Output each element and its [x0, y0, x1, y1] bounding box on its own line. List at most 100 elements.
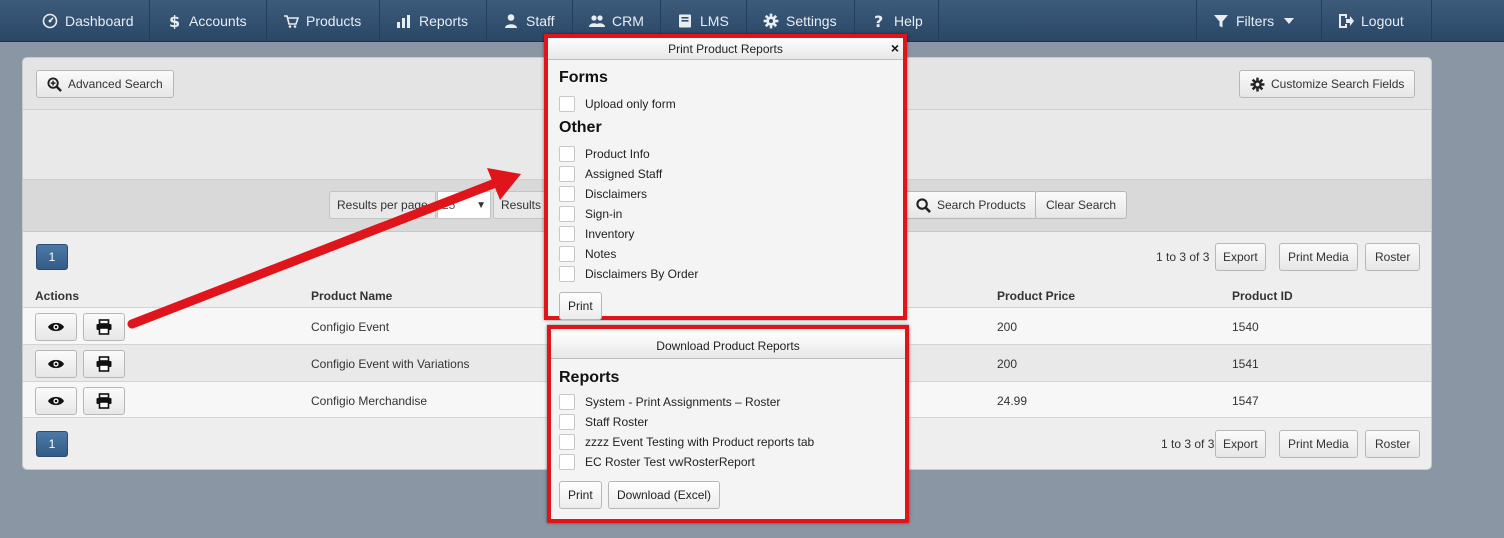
checkbox-inventory[interactable]: Inventory: [559, 226, 634, 242]
checkbox-label: Notes: [585, 247, 617, 261]
print-button[interactable]: [83, 313, 125, 341]
nav-reports[interactable]: Reports: [380, 0, 487, 42]
product-id: 1540: [1232, 319, 1259, 334]
view-button[interactable]: [35, 313, 77, 341]
nav-logout[interactable]: Logout: [1322, 0, 1432, 42]
checkbox-disclaimers[interactable]: Disclaimers: [559, 186, 647, 202]
checkbox-label: EC Roster Test vwRosterReport: [585, 455, 755, 469]
checkbox-label: Disclaimers By Order: [585, 267, 699, 281]
person-icon: [503, 13, 519, 29]
checkbox-assigned-staff[interactable]: Assigned Staff: [559, 166, 662, 182]
checkbox-label: Assigned Staff: [585, 167, 663, 181]
checkbox[interactable]: [559, 454, 575, 470]
results-text: Results: [501, 198, 542, 212]
eye-icon: [48, 322, 64, 332]
search-products-button[interactable]: Search Products: [905, 191, 1037, 219]
product-name: Configio Event with Variations: [311, 356, 470, 371]
print-button[interactable]: [83, 350, 125, 378]
checkbox-label: Product Info: [585, 147, 650, 161]
print-button[interactable]: [83, 387, 125, 415]
nav-crm-label: CRM: [612, 13, 644, 29]
checkbox-label: Sign-in: [585, 207, 623, 221]
dollar-icon: $: [166, 13, 182, 29]
nav-filters[interactable]: Filters: [1196, 0, 1322, 42]
print-media-label: Print Media: [1288, 250, 1349, 264]
roster-label: Roster: [1375, 250, 1411, 264]
checkbox-disclaimers-by-order[interactable]: Disclaimers By Order: [559, 266, 698, 282]
printer-icon: [96, 356, 112, 372]
product-id: 1547: [1232, 393, 1259, 408]
print-button[interactable]: Print: [559, 292, 602, 320]
checkbox[interactable]: [559, 206, 575, 222]
results-per-page-select[interactable]: 25 ▼: [437, 191, 491, 219]
checkbox-label: Inventory: [585, 227, 635, 241]
gear-icon: [1250, 77, 1265, 91]
dialog-title: Print Product Reports: [668, 41, 783, 56]
checkbox-upload-only-form[interactable]: Upload only form: [559, 96, 676, 112]
export-button-top[interactable]: Export: [1215, 243, 1266, 271]
checkbox[interactable]: [559, 414, 575, 430]
roster-button-top[interactable]: Roster: [1365, 243, 1421, 271]
dashboard-icon: [42, 13, 58, 29]
cart-icon: [283, 13, 299, 29]
download-excel-label: Download (Excel): [617, 488, 712, 502]
checkbox[interactable]: [559, 394, 575, 410]
nav-help-label: Help: [894, 13, 923, 29]
checkbox[interactable]: [559, 166, 575, 182]
nav-accounts[interactable]: $ Accounts: [150, 0, 267, 42]
checkbox[interactable]: [559, 96, 575, 112]
checkbox[interactable]: [559, 226, 575, 242]
checkbox-label: zzzz Event Testing with Product reports …: [585, 435, 815, 449]
view-button[interactable]: [35, 387, 77, 415]
roster-button-bottom[interactable]: Roster: [1365, 430, 1421, 458]
checkbox-event-testing[interactable]: zzzz Event Testing with Product reports …: [559, 434, 814, 450]
result-range-top: 1 to 3 of 3: [1156, 250, 1210, 264]
search-icon: [916, 197, 931, 213]
print-media-button-bottom[interactable]: Print Media: [1279, 430, 1358, 458]
checkbox-product-info[interactable]: Product Info: [559, 146, 650, 162]
export-button-bottom[interactable]: Export: [1215, 430, 1266, 458]
checkbox-sign-in[interactable]: Sign-in: [559, 206, 622, 222]
customize-search-fields-label: Customize Search Fields: [1271, 77, 1405, 91]
checkbox-notes[interactable]: Notes: [559, 246, 616, 262]
eye-icon: [48, 396, 64, 406]
filter-icon: [1213, 13, 1229, 29]
close-icon[interactable]: ×: [891, 40, 899, 56]
checkbox-print-assignments-roster[interactable]: System - Print Assignments – Roster: [559, 394, 780, 410]
product-price: 200: [997, 356, 1018, 371]
users-icon: [589, 13, 605, 29]
print-button-label: Print: [568, 299, 593, 313]
checkbox-ec-roster-test[interactable]: EC Roster Test vwRosterReport: [559, 454, 755, 470]
page-1-button-bottom[interactable]: 1: [36, 431, 68, 457]
checkbox[interactable]: [559, 186, 575, 202]
print-button[interactable]: Print: [559, 481, 602, 509]
print-media-label: Print Media: [1288, 437, 1349, 451]
clear-search-label: Clear Search: [1046, 198, 1117, 212]
printer-icon: [96, 319, 112, 335]
advanced-search-button[interactable]: Advanced Search: [36, 70, 174, 98]
view-button[interactable]: [35, 350, 77, 378]
download-excel-button[interactable]: Download (Excel): [608, 481, 721, 509]
product-name: Configio Merchandise: [311, 393, 428, 408]
page-1-button[interactable]: 1: [36, 244, 68, 270]
nav-reports-label: Reports: [419, 13, 469, 29]
print-media-button-top[interactable]: Print Media: [1279, 243, 1358, 271]
clear-search-button[interactable]: Clear Search: [1035, 191, 1128, 219]
product-price: 200: [997, 319, 1018, 334]
checkbox[interactable]: [559, 434, 575, 450]
customize-search-fields-button[interactable]: Customize Search Fields: [1239, 70, 1416, 98]
nav-staff-label: Staff: [526, 13, 555, 29]
col-header-actions: Actions: [35, 289, 80, 303]
eye-icon: [48, 359, 64, 369]
nav-dashboard[interactable]: Dashboard: [26, 0, 150, 42]
caret-down-icon: [1281, 13, 1297, 29]
page-number: 1: [48, 437, 56, 451]
checkbox[interactable]: [559, 246, 575, 262]
nav-products-label: Products: [306, 13, 362, 29]
checkbox[interactable]: [559, 146, 575, 162]
nav-products[interactable]: Products: [267, 0, 380, 42]
checkbox[interactable]: [559, 266, 575, 282]
book-icon: [677, 13, 693, 29]
checkbox-staff-roster[interactable]: Staff Roster: [559, 414, 648, 430]
forms-heading: Forms: [559, 69, 608, 86]
